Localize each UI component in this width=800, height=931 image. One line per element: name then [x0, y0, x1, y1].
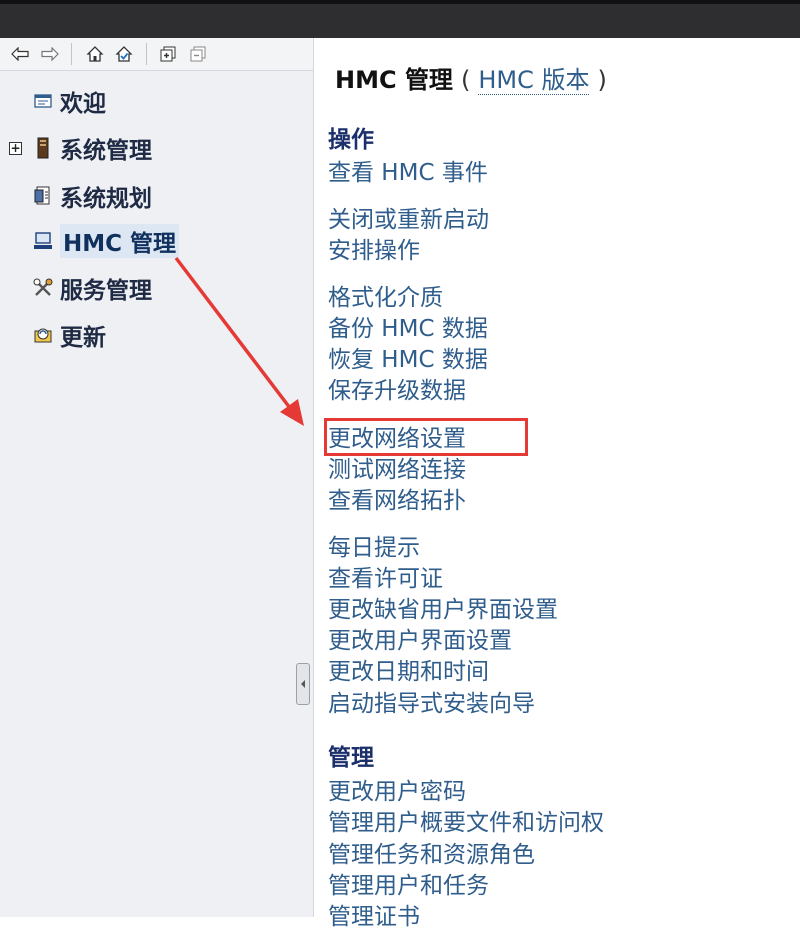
- hmc-icon: [32, 230, 54, 252]
- nav-item-label: 服务管理: [60, 278, 152, 304]
- link-format-media[interactable]: 格式化介质: [328, 278, 443, 312]
- home-icon[interactable]: [84, 43, 106, 65]
- nav-item-label: 欢迎: [60, 91, 106, 117]
- nav-item-system-management[interactable]: 系统管理: [32, 130, 152, 166]
- nav-item-welcome[interactable]: 欢迎: [32, 83, 106, 119]
- nav-item-label: 更新: [60, 325, 106, 351]
- link-tip-of-the-day[interactable]: 每日提示: [328, 528, 420, 562]
- link-change-user-password[interactable]: 更改用户密码: [328, 772, 466, 806]
- toolbar-separator: [146, 43, 147, 65]
- hmc-version-link[interactable]: HMC 版本: [478, 66, 590, 95]
- server-icon: [32, 137, 54, 159]
- nav-item-label: 系统管理: [60, 138, 152, 164]
- top-bar: [0, 0, 800, 38]
- nav-item-update[interactable]: 更新: [32, 317, 106, 353]
- link-manage-certificates[interactable]: 管理证书: [328, 897, 420, 931]
- section-heading-administration: 管理: [328, 745, 374, 771]
- section-heading-operations: 操作: [328, 127, 374, 153]
- planning-icon: [32, 185, 54, 207]
- link-view-network-topology[interactable]: 查看网络拓扑: [328, 481, 466, 515]
- paren-open: (: [460, 66, 471, 94]
- link-launch-guided-setup-wizard[interactable]: 启动指导式安装向导: [328, 684, 535, 718]
- home-check-icon[interactable]: [113, 43, 135, 65]
- link-change-ui-settings[interactable]: 更改用户界面设置: [328, 621, 512, 655]
- page-title: HMC 管理(HMC 版本): [335, 60, 615, 95]
- chevron-left-icon: [301, 680, 305, 688]
- update-icon: [32, 324, 54, 346]
- expand-all-icon[interactable]: [157, 43, 179, 65]
- nav-item-label: HMC 管理: [60, 224, 180, 258]
- service-tools-icon: [32, 277, 54, 299]
- link-change-default-ui-settings[interactable]: 更改缺省用户界面设置: [328, 590, 558, 624]
- forward-arrow-icon[interactable]: [39, 43, 61, 65]
- welcome-icon: [32, 90, 54, 112]
- link-manage-user-profiles[interactable]: 管理用户概要文件和访问权: [328, 803, 604, 837]
- nav-item-service-management[interactable]: 服务管理: [32, 270, 152, 306]
- link-change-date-time[interactable]: 更改日期和时间: [328, 652, 489, 686]
- highlight-box: [324, 418, 528, 456]
- link-view-licenses[interactable]: 查看许可证: [328, 559, 443, 593]
- nav-item-system-planning[interactable]: 系统规划: [32, 178, 152, 214]
- nav-item-label: 系统规划: [60, 186, 152, 212]
- link-schedule-operations[interactable]: 安排操作: [328, 231, 420, 265]
- nav-item-hmc-management[interactable]: HMC 管理: [32, 223, 180, 259]
- page-title-text: HMC 管理: [335, 66, 453, 94]
- link-view-hmc-events[interactable]: 查看 HMC 事件: [328, 153, 488, 187]
- link-restore-hmc-data[interactable]: 恢复 HMC 数据: [328, 340, 488, 374]
- paren-close: ): [597, 66, 607, 94]
- link-backup-hmc-data[interactable]: 备份 HMC 数据: [328, 309, 488, 343]
- navigation-panel: 欢迎 + 系统管理 系统规划 HMC 管理 服务管理 更新: [0, 38, 314, 917]
- link-save-upgrade-data[interactable]: 保存升级数据: [328, 371, 466, 405]
- back-arrow-icon[interactable]: [9, 43, 31, 65]
- collapse-all-icon[interactable]: [187, 43, 209, 65]
- link-shutdown-restart[interactable]: 关闭或重新启动: [328, 200, 489, 234]
- nav-toolbar: [0, 38, 313, 71]
- toolbar-separator: [71, 43, 72, 65]
- panel-collapse-handle[interactable]: [296, 663, 310, 705]
- link-manage-task-resource-roles[interactable]: 管理任务和资源角色: [328, 835, 535, 869]
- link-manage-users-tasks[interactable]: 管理用户和任务: [328, 866, 489, 900]
- expand-toggle[interactable]: +: [9, 142, 22, 155]
